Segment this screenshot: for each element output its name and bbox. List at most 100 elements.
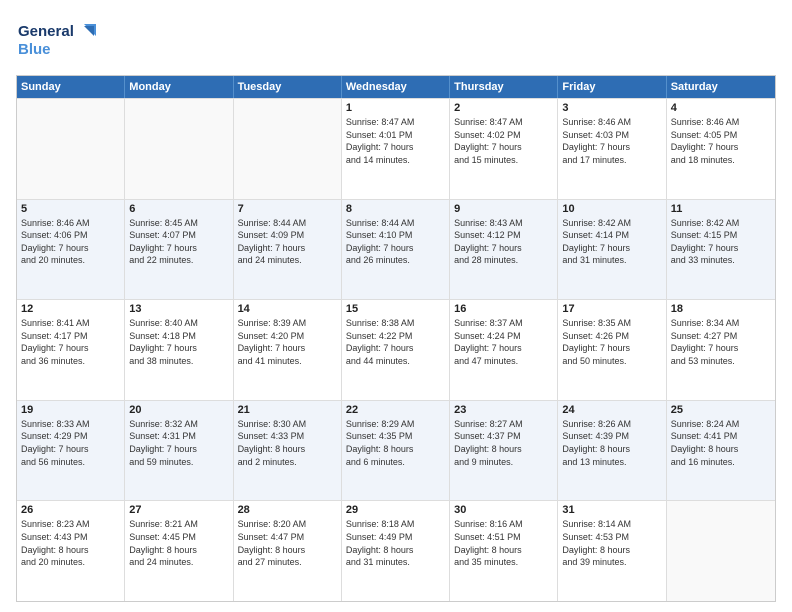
day-info: Sunrise: 8:40 AM Sunset: 4:18 PM Dayligh… bbox=[129, 317, 228, 367]
svg-text:Blue: Blue bbox=[18, 41, 51, 58]
day-number: 31 bbox=[562, 504, 661, 516]
day-number: 9 bbox=[454, 203, 553, 215]
day-number: 8 bbox=[346, 203, 445, 215]
day-cell-13: 13 Sunrise: 8:40 AM Sunset: 4:18 PM Dayli… bbox=[125, 300, 233, 400]
empty-cell bbox=[17, 99, 125, 199]
calendar-header: SundayMondayTuesdayWednesdayThursdayFrid… bbox=[17, 76, 775, 98]
day-cell-7: 7Sunrise: 8:44 AM Sunset: 4:09 PM Daylig… bbox=[234, 200, 342, 300]
day-info: Sunrise: 8:27 AM Sunset: 4:37 PM Dayligh… bbox=[454, 418, 553, 468]
day-cell-14: 14Sunrise: 8:39 AM Sunset: 4:20 PM Dayli… bbox=[234, 300, 342, 400]
day-number: 12 bbox=[21, 303, 120, 315]
day-number: 6 bbox=[129, 203, 228, 215]
day-cell-3: 3Sunrise: 8:46 AM Sunset: 4:03 PM Daylig… bbox=[558, 99, 666, 199]
day-number: 13 bbox=[129, 303, 228, 315]
day-cell-21: 21Sunrise: 8:30 AM Sunset: 4:33 PM Dayli… bbox=[234, 401, 342, 501]
header-day-monday: Monday bbox=[125, 76, 233, 98]
day-info: Sunrise: 8:41 AM Sunset: 4:17 PM Dayligh… bbox=[21, 317, 120, 367]
day-cell-4: 4 Sunrise: 8:46 AM Sunset: 4:05 PM Daylig… bbox=[667, 99, 775, 199]
day-number: 26 bbox=[21, 504, 120, 516]
day-cell-1: 1 Sunrise: 8:47 AM Sunset: 4:01 PM Daylig… bbox=[342, 99, 450, 199]
day-number: 1 bbox=[346, 102, 445, 114]
logo-icon: General Blue bbox=[16, 16, 106, 60]
day-number: 17 bbox=[562, 303, 661, 315]
day-info: Sunrise: 8:24 AM Sunset: 4:41 PM Dayligh… bbox=[671, 418, 771, 468]
day-cell-29: 29Sunrise: 8:18 AM Sunset: 4:49 PM Dayli… bbox=[342, 501, 450, 601]
day-number: 25 bbox=[671, 404, 771, 416]
day-number: 18 bbox=[671, 303, 771, 315]
day-info: Sunrise: 8:45 AM Sunset: 4:07 PM Dayligh… bbox=[129, 217, 228, 267]
empty-cell bbox=[125, 99, 233, 199]
day-cell-26: 26 Sunrise: 8:23 AM Sunset: 4:43 PM Dayli… bbox=[17, 501, 125, 601]
day-number: 15 bbox=[346, 303, 445, 315]
day-info: Sunrise: 8:23 AM Sunset: 4:43 PM Dayligh… bbox=[21, 518, 120, 568]
day-info: Sunrise: 8:42 AM Sunset: 4:15 PM Dayligh… bbox=[671, 217, 771, 267]
day-cell-23: 23 Sunrise: 8:27 AM Sunset: 4:37 PM Dayli… bbox=[450, 401, 558, 501]
header-day-sunday: Sunday bbox=[17, 76, 125, 98]
day-info: Sunrise: 8:30 AM Sunset: 4:33 PM Dayligh… bbox=[238, 418, 337, 468]
day-info: Sunrise: 8:29 AM Sunset: 4:35 PM Dayligh… bbox=[346, 418, 445, 468]
day-info: Sunrise: 8:43 AM Sunset: 4:12 PM Dayligh… bbox=[454, 217, 553, 267]
day-number: 23 bbox=[454, 404, 553, 416]
day-cell-9: 9 Sunrise: 8:43 AM Sunset: 4:12 PM Daylig… bbox=[450, 200, 558, 300]
day-cell-19: 19Sunrise: 8:33 AM Sunset: 4:29 PM Dayli… bbox=[17, 401, 125, 501]
day-cell-10: 10 Sunrise: 8:42 AM Sunset: 4:14 PM Dayli… bbox=[558, 200, 666, 300]
day-cell-20: 20 Sunrise: 8:32 AM Sunset: 4:31 PM Dayli… bbox=[125, 401, 233, 501]
day-cell-24: 24 Sunrise: 8:26 AM Sunset: 4:39 PM Dayli… bbox=[558, 401, 666, 501]
day-cell-6: 6 Sunrise: 8:45 AM Sunset: 4:07 PM Daylig… bbox=[125, 200, 233, 300]
header-day-tuesday: Tuesday bbox=[234, 76, 342, 98]
day-cell-27: 27 Sunrise: 8:21 AM Sunset: 4:45 PM Dayli… bbox=[125, 501, 233, 601]
svg-text:General: General bbox=[18, 23, 74, 40]
day-cell-15: 15 Sunrise: 8:38 AM Sunset: 4:22 PM Dayli… bbox=[342, 300, 450, 400]
day-info: Sunrise: 8:16 AM Sunset: 4:51 PM Dayligh… bbox=[454, 518, 553, 568]
day-info: Sunrise: 8:20 AM Sunset: 4:47 PM Dayligh… bbox=[238, 518, 337, 568]
day-number: 19 bbox=[21, 404, 120, 416]
empty-cell bbox=[667, 501, 775, 601]
day-number: 11 bbox=[671, 203, 771, 215]
day-info: Sunrise: 8:26 AM Sunset: 4:39 PM Dayligh… bbox=[562, 418, 661, 468]
day-info: Sunrise: 8:37 AM Sunset: 4:24 PM Dayligh… bbox=[454, 317, 553, 367]
calendar-row-0: 1 Sunrise: 8:47 AM Sunset: 4:01 PM Daylig… bbox=[17, 98, 775, 199]
day-cell-16: 16 Sunrise: 8:37 AM Sunset: 4:24 PM Dayli… bbox=[450, 300, 558, 400]
day-cell-12: 12 Sunrise: 8:41 AM Sunset: 4:17 PM Dayli… bbox=[17, 300, 125, 400]
calendar-body: 1 Sunrise: 8:47 AM Sunset: 4:01 PM Daylig… bbox=[17, 98, 775, 601]
day-number: 4 bbox=[671, 102, 771, 114]
calendar-row-1: 5Sunrise: 8:46 AM Sunset: 4:06 PM Daylig… bbox=[17, 199, 775, 300]
logo: General Blue bbox=[16, 16, 106, 65]
day-number: 27 bbox=[129, 504, 228, 516]
day-number: 14 bbox=[238, 303, 337, 315]
day-info: Sunrise: 8:21 AM Sunset: 4:45 PM Dayligh… bbox=[129, 518, 228, 568]
day-cell-18: 18 Sunrise: 8:34 AM Sunset: 4:27 PM Dayli… bbox=[667, 300, 775, 400]
day-cell-11: 11 Sunrise: 8:42 AM Sunset: 4:15 PM Dayli… bbox=[667, 200, 775, 300]
day-info: Sunrise: 8:34 AM Sunset: 4:27 PM Dayligh… bbox=[671, 317, 771, 367]
day-cell-8: 8 Sunrise: 8:44 AM Sunset: 4:10 PM Daylig… bbox=[342, 200, 450, 300]
day-number: 16 bbox=[454, 303, 553, 315]
day-info: Sunrise: 8:14 AM Sunset: 4:53 PM Dayligh… bbox=[562, 518, 661, 568]
day-number: 20 bbox=[129, 404, 228, 416]
day-number: 10 bbox=[562, 203, 661, 215]
day-info: Sunrise: 8:47 AM Sunset: 4:02 PM Dayligh… bbox=[454, 116, 553, 166]
day-cell-28: 28Sunrise: 8:20 AM Sunset: 4:47 PM Dayli… bbox=[234, 501, 342, 601]
header-day-friday: Friday bbox=[558, 76, 666, 98]
day-number: 24 bbox=[562, 404, 661, 416]
day-cell-30: 30 Sunrise: 8:16 AM Sunset: 4:51 PM Dayli… bbox=[450, 501, 558, 601]
day-number: 30 bbox=[454, 504, 553, 516]
day-info: Sunrise: 8:42 AM Sunset: 4:14 PM Dayligh… bbox=[562, 217, 661, 267]
day-cell-17: 17 Sunrise: 8:35 AM Sunset: 4:26 PM Dayli… bbox=[558, 300, 666, 400]
day-info: Sunrise: 8:38 AM Sunset: 4:22 PM Dayligh… bbox=[346, 317, 445, 367]
calendar: SundayMondayTuesdayWednesdayThursdayFrid… bbox=[16, 75, 776, 602]
day-info: Sunrise: 8:44 AM Sunset: 4:10 PM Dayligh… bbox=[346, 217, 445, 267]
day-number: 2 bbox=[454, 102, 553, 114]
day-info: Sunrise: 8:46 AM Sunset: 4:06 PM Dayligh… bbox=[21, 217, 120, 267]
day-info: Sunrise: 8:46 AM Sunset: 4:03 PM Dayligh… bbox=[562, 116, 661, 166]
day-number: 7 bbox=[238, 203, 337, 215]
day-cell-31: 31 Sunrise: 8:14 AM Sunset: 4:53 PM Dayli… bbox=[558, 501, 666, 601]
day-info: Sunrise: 8:32 AM Sunset: 4:31 PM Dayligh… bbox=[129, 418, 228, 468]
day-info: Sunrise: 8:35 AM Sunset: 4:26 PM Dayligh… bbox=[562, 317, 661, 367]
header-day-thursday: Thursday bbox=[450, 76, 558, 98]
day-cell-5: 5Sunrise: 8:46 AM Sunset: 4:06 PM Daylig… bbox=[17, 200, 125, 300]
header-day-wednesday: Wednesday bbox=[342, 76, 450, 98]
day-info: Sunrise: 8:47 AM Sunset: 4:01 PM Dayligh… bbox=[346, 116, 445, 166]
day-info: Sunrise: 8:46 AM Sunset: 4:05 PM Dayligh… bbox=[671, 116, 771, 166]
header: General Blue bbox=[16, 16, 776, 65]
day-info: Sunrise: 8:18 AM Sunset: 4:49 PM Dayligh… bbox=[346, 518, 445, 568]
